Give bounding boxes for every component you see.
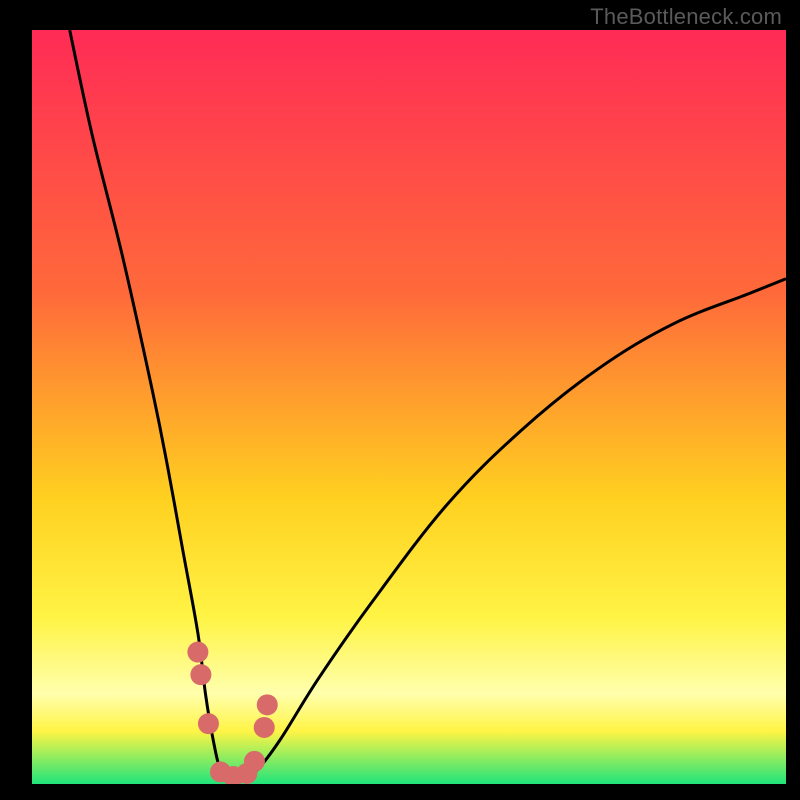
marker-dot (254, 717, 275, 738)
watermark-text: TheBottleneck.com (590, 4, 782, 30)
marker-dot (244, 751, 265, 772)
chart-frame: TheBottleneck.com (0, 0, 800, 800)
marker-dot (190, 664, 211, 685)
marker-dot (187, 642, 208, 663)
bottleneck-chart (0, 0, 800, 800)
gradient-background (32, 30, 786, 784)
marker-dot (198, 713, 219, 734)
marker-dot (257, 694, 278, 715)
